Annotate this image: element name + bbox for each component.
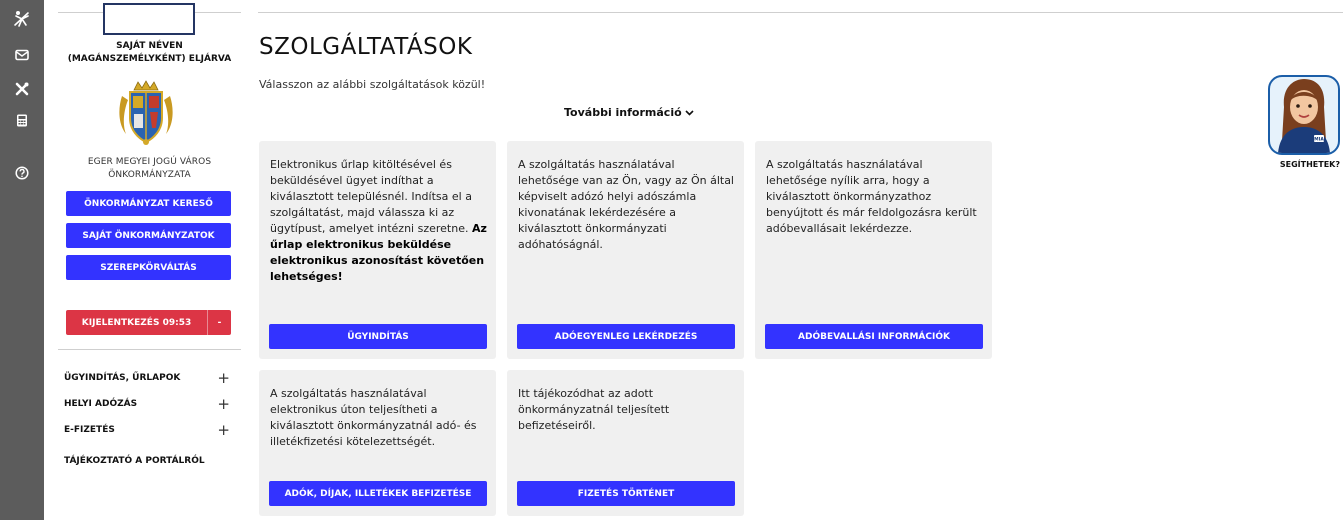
user-name-box[interactable]: [103, 3, 195, 35]
municipality-search-button[interactable]: ÖNKORMÁNYZAT KERESŐ: [66, 191, 231, 216]
card-description: Itt tájékozódhat az adott önkormányzatná…: [518, 387, 670, 432]
service-card-tax-return-info: A szolgáltatás használatával lehetősége …: [755, 141, 992, 359]
calculator-icon[interactable]: [0, 105, 44, 135]
tax-payment-button[interactable]: ADÓK, DÍJAK, ILLETÉKEK BEFIZETÉSE: [269, 481, 487, 506]
balance-query-button[interactable]: ADÓEGYENLEG LEKÉRDEZÉS: [517, 324, 735, 349]
menu-item-label: TÁJÉKOZTATÓ A PORTÁLRÓL: [64, 456, 205, 466]
own-municipalities-button[interactable]: SAJÁT ÖNKORMÁNYZATOK: [66, 223, 231, 248]
page-title: SZOLGÁLTATÁSOK: [259, 34, 473, 60]
tax-return-info-button[interactable]: ADÓBEVALLÁSI INFORMÁCIÓK: [765, 324, 983, 349]
case-start-button[interactable]: ÜGYINDÍTÁS: [269, 324, 487, 349]
service-card-case-start: Elektronikus űrlap kitöltésével és bekül…: [259, 141, 496, 359]
assistant-label: SEGÍTHETEK?: [1279, 160, 1340, 169]
menu-item-e-payment[interactable]: E-FIZETÉS +: [64, 421, 234, 439]
card-description: A szolgáltatás használatával lehetősége …: [518, 158, 734, 251]
menu-item-label: HELYI ADÓZÁS: [64, 399, 138, 409]
menu-item-label: E-FIZETÉS: [64, 425, 115, 435]
menu-item-local-tax[interactable]: HELYI ADÓZÁS +: [64, 395, 234, 413]
icon-rail: [0, 0, 44, 520]
logout-button[interactable]: KIJELENTKEZÉS 09:53 -: [66, 310, 231, 335]
service-card-payment-history: Itt tájékozódhat az adott önkormányzatná…: [507, 370, 744, 516]
card-description: A szolgáltatás használatával lehetősége …: [766, 158, 977, 235]
menu-item-case-forms[interactable]: ÜGYINDÍTÁS, ŰRLAPOK +: [64, 369, 234, 387]
logout-dropdown-toggle[interactable]: -: [207, 310, 231, 335]
expand-plus-icon[interactable]: +: [217, 395, 230, 413]
page-subtitle: Válasszon az alábbi szolgáltatások közül…: [259, 78, 486, 91]
help-circle-icon[interactable]: [0, 158, 44, 188]
assistant-avatar: MIA: [1268, 75, 1340, 155]
logout-label: KIJELENTKEZÉS 09:53: [81, 317, 192, 328]
card-description: A szolgáltatás használatával elektroniku…: [270, 387, 477, 448]
assistant-helper[interactable]: MIA SEGÍTHETEK?: [1268, 75, 1340, 175]
more-info-toggle[interactable]: További információ: [564, 106, 694, 119]
assistant-badge: MIA: [1314, 137, 1324, 143]
more-info-label: További információ: [564, 106, 682, 119]
menu-item-portal-info[interactable]: TÁJÉKOZTATÓ A PORTÁLRÓL: [64, 452, 234, 470]
divider: [258, 12, 1343, 13]
role-switch-button[interactable]: SZEREPKÖRVÁLTÁS: [66, 255, 231, 280]
mail-icon[interactable]: [0, 40, 44, 70]
sidebar: SAJÁT NÉVEN (MAGÁNSZEMÉLYKÉNT) ELJÁRVA E…: [58, 0, 241, 520]
service-card-balance-query: A szolgáltatás használatával lehetősége …: [507, 141, 744, 359]
divider: [58, 349, 241, 350]
card-description: Elektronikus űrlap kitöltésével és bekül…: [270, 158, 487, 283]
chevron-down-icon: [685, 109, 694, 116]
expand-plus-icon[interactable]: +: [217, 421, 230, 439]
accessibility-icon[interactable]: [0, 4, 44, 34]
expand-plus-icon[interactable]: +: [217, 369, 230, 387]
municipality-crest-logo: [116, 80, 176, 146]
acting-mode-label: SAJÁT NÉVEN (MAGÁNSZEMÉLYKÉNT) ELJÁRVA: [67, 41, 232, 64]
tools-icon[interactable]: [0, 74, 44, 104]
service-card-tax-payment: A szolgáltatás használatával elektroniku…: [259, 370, 496, 516]
menu-item-label: ÜGYINDÍTÁS, ŰRLAPOK: [64, 373, 181, 383]
payment-history-button[interactable]: FIZETÉS TÖRTÉNET: [517, 481, 735, 506]
municipality-name: EGER MEGYEI JOGÚ VÁROS ÖNKORMÁNYZATA: [87, 157, 212, 180]
main-content: SZOLGÁLTATÁSOK Válasszon az alábbi szolg…: [258, 0, 1343, 520]
